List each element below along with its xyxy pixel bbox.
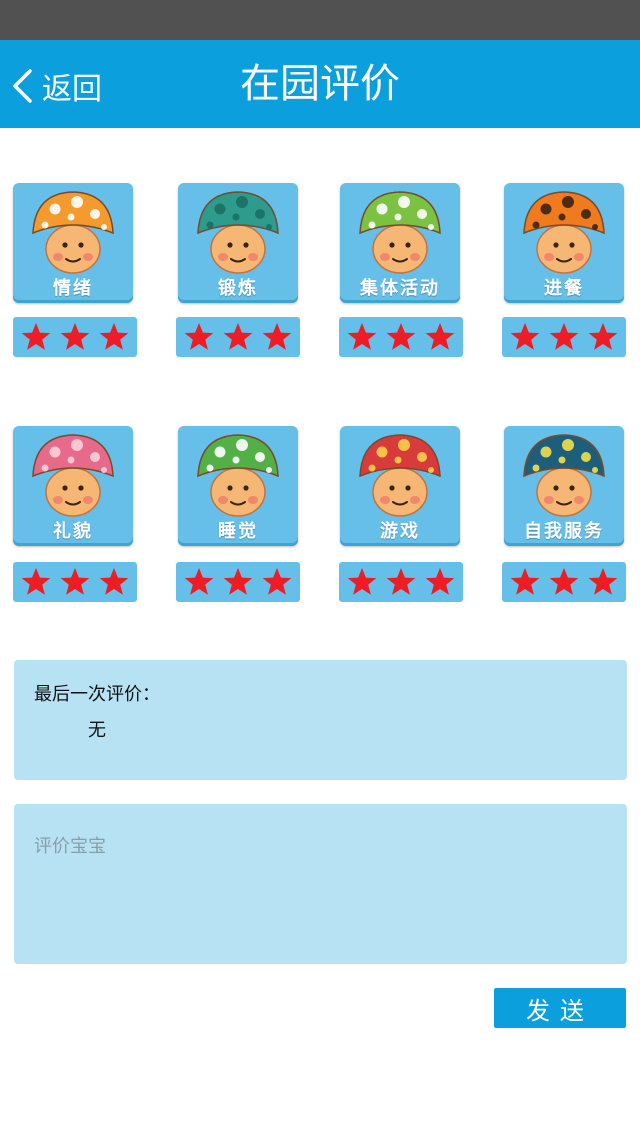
mushroom-pink-icon (32, 434, 114, 517)
star-icon[interactable] (261, 321, 293, 353)
star-rating (13, 562, 137, 602)
star-icon[interactable] (59, 566, 91, 598)
last-evaluation-panel: 最后一次评价： 无 (14, 660, 627, 780)
category-label: 集体活动 (360, 278, 440, 299)
category-tile[interactable]: 礼貌 (13, 426, 133, 546)
last-evaluation-value: 无 (88, 720, 106, 741)
category-tile[interactable]: 进餐 (504, 183, 624, 303)
send-button[interactable]: 发送 (494, 988, 626, 1028)
star-icon[interactable] (424, 321, 456, 353)
star-icon[interactable] (261, 566, 293, 598)
star-icon[interactable] (385, 321, 417, 353)
mushroom-checkered-icon (523, 191, 605, 274)
star-rating (176, 317, 300, 357)
star-icon[interactable] (509, 321, 541, 353)
star-rating (339, 317, 463, 357)
category-label: 睡觉 (218, 521, 258, 542)
evaluation-input-panel (14, 804, 627, 964)
status-bar (0, 0, 640, 40)
category-label: 自我服务 (524, 521, 604, 542)
mushroom-sleepy-icon (197, 434, 279, 517)
evaluation-input[interactable] (14, 804, 627, 964)
star-icon[interactable] (98, 321, 130, 353)
star-icon[interactable] (548, 321, 580, 353)
star-icon[interactable] (183, 566, 215, 598)
star-rating (339, 562, 463, 602)
star-icon[interactable] (548, 566, 580, 598)
mushroom-festive-icon (359, 434, 441, 517)
last-evaluation-label: 最后一次评价： (34, 684, 160, 705)
star-icon[interactable] (587, 321, 619, 353)
star-icon[interactable] (183, 321, 215, 353)
star-icon[interactable] (346, 566, 378, 598)
category-label: 情绪 (53, 278, 93, 299)
page-title: 在园评价 (240, 61, 400, 107)
star-icon[interactable] (98, 566, 130, 598)
star-icon[interactable] (20, 566, 52, 598)
category-tile[interactable]: 集体活动 (340, 183, 460, 303)
star-icon[interactable] (346, 321, 378, 353)
star-icon[interactable] (587, 566, 619, 598)
star-icon[interactable] (424, 566, 456, 598)
category-tile[interactable]: 自我服务 (504, 426, 624, 546)
category-tile[interactable]: 睡觉 (178, 426, 298, 546)
star-icon[interactable] (222, 321, 254, 353)
mushroom-stars-icon (523, 434, 605, 517)
nav-bar: 返回 在园评价 (0, 40, 640, 128)
category-label: 锻炼 (218, 278, 258, 299)
mushroom-glasses-icon (359, 191, 441, 274)
category-label: 进餐 (544, 278, 584, 299)
category-tile[interactable]: 游戏 (340, 426, 460, 546)
star-icon[interactable] (222, 566, 254, 598)
star-icon[interactable] (20, 321, 52, 353)
star-icon[interactable] (509, 566, 541, 598)
mushroom-flower-icon (32, 191, 114, 274)
category-label: 礼貌 (53, 521, 93, 542)
category-label: 游戏 (380, 521, 420, 542)
category-tile[interactable]: 锻炼 (178, 183, 298, 303)
mushroom-goggles-icon (197, 191, 279, 274)
star-rating (176, 562, 300, 602)
star-rating (502, 317, 626, 357)
category-tile[interactable]: 情绪 (13, 183, 133, 303)
star-icon[interactable] (59, 321, 91, 353)
star-icon[interactable] (385, 566, 417, 598)
star-rating (13, 317, 137, 357)
star-rating (502, 562, 626, 602)
